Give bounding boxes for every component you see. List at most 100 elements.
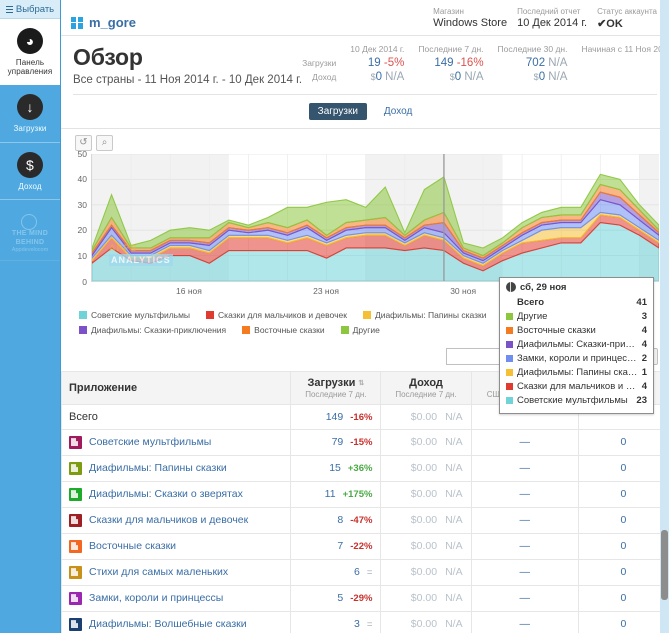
app-name-cell[interactable]: Сказки для мальчиков и девочек — [61, 506, 292, 534]
downloads-cell: 79 -15% — [290, 428, 382, 456]
app-name-cell[interactable]: Диафильмы: Папины сказки — [61, 454, 292, 482]
rating-value: — — [519, 514, 530, 527]
vertical-scrollbar[interactable] — [660, 0, 669, 633]
revenue-value: $0.00 — [410, 592, 438, 605]
app-name-cell[interactable]: Диафильмы: Сказки о зверятах — [61, 480, 292, 508]
tooltip-row-4: Замки, короли и принцессы 2 — [506, 352, 647, 366]
x-tick: 30 ноя — [450, 285, 477, 296]
app-name-label: Диафильмы: Волшебные сказки — [89, 618, 247, 631]
revenue-na: N/A — [445, 488, 463, 501]
column-header-title: Загрузки ⇅ — [307, 376, 365, 389]
revenue-cell: $0.00 N/A — [380, 558, 472, 586]
legend-item-1[interactable]: Советские мультфильмы — [79, 310, 190, 320]
sidebar-watermark: THE MIND BEHIND Appdevelocom — [0, 208, 60, 262]
rating-cell: — — [470, 558, 579, 586]
kpi-cell-1-3: 702 N/A — [525, 57, 568, 70]
kpi-cell-1-2: 149 -16% — [434, 57, 484, 70]
app-icon — [69, 487, 82, 501]
kpi-row-label: Доход — [312, 72, 337, 83]
downloads-value: 3 — [354, 618, 360, 631]
app-cell: Сказки для мальчиков и девочек — [69, 513, 283, 527]
column-header-2[interactable]: Загрузки ⇅ Последние 7 дн. — [290, 370, 382, 405]
legend-color-swatch — [362, 310, 371, 319]
tab-1[interactable]: Загрузки — [308, 102, 367, 120]
legend-label: Советские мультфильмы — [91, 309, 191, 320]
tab-2[interactable]: Доход — [375, 103, 421, 120]
legend-item-6[interactable]: Восточные сказки — [242, 325, 325, 335]
chart-toolbar: ↺ ⌕ — [67, 134, 659, 154]
downloads-cell: 5 -29% — [290, 584, 382, 612]
tooltip-series-value: 2 — [641, 353, 647, 365]
tooltip-series-name: Восточные сказки — [517, 325, 596, 337]
column-header-1[interactable]: Приложение — [61, 370, 292, 405]
app-name-cell[interactable]: Диафильмы: Волшебные сказки — [61, 610, 292, 633]
legend-item-2[interactable]: Сказки для мальчиков и девочек — [206, 310, 347, 320]
legend-label: Диафильмы: Папины сказки — [374, 309, 487, 320]
app-name-cell[interactable]: Стихи для самых маленьких — [61, 558, 292, 586]
store-meta-item-1: Магазин Windows Store — [433, 6, 507, 30]
revenue-cell: $0.00 N/A — [380, 480, 472, 508]
page-title: Обзор — [73, 44, 143, 71]
app-icon — [69, 539, 82, 553]
column-header-3[interactable]: Доход Последние 7 дн. — [380, 370, 472, 405]
app-name-cell[interactable]: Замки, короли и принцессы — [61, 584, 292, 612]
chart-tooltip: сб, 29 ноя Всего 41 Другие 3 Восточные ска… — [499, 276, 654, 414]
scrollbar-thumb[interactable] — [661, 530, 668, 600]
app-cell: Диафильмы: Волшебные сказки — [69, 617, 283, 631]
app-icon — [69, 565, 82, 579]
tooltip-series-value: 1 — [641, 367, 647, 379]
app-name-cell[interactable]: Восточные сказки — [61, 532, 292, 560]
reviews-value: 0 — [620, 462, 627, 475]
tooltip-series-list: Другие 3 Восточные сказки 4 Диафильмы: Сказк… — [506, 310, 647, 408]
x-tick: 23 ноя — [313, 285, 339, 296]
kpi-cell-2-2: $0 N/A — [449, 71, 484, 84]
series-color-swatch — [506, 355, 513, 363]
app-name-cell[interactable]: Всего — [61, 403, 292, 430]
tooltip-series-value: 3 — [641, 311, 647, 323]
kpi-cell-2-4: $0 — [567, 70, 669, 84]
kpi-cell-1-1: 19 -5% — [367, 57, 405, 70]
rating-value: — — [519, 540, 530, 553]
sidebar: Выбрать ◕ Панель управления ↓ Загрузки $ Дохо… — [0, 0, 60, 633]
rating-cell: — — [470, 428, 579, 456]
reviews-cell: 0 — [577, 480, 669, 508]
tooltip-row-3: Диафильмы: Сказки-приклю... 4 — [506, 338, 647, 352]
app-icon — [69, 617, 82, 631]
sidebar-item-label: Доход — [18, 181, 42, 191]
revenue-cell: $0.00 N/A — [380, 403, 472, 430]
downloads-cell: 11 +175% — [290, 480, 382, 508]
legend-item-5[interactable]: Диафильмы: Сказки-приключения — [79, 325, 226, 335]
plot-canvas[interactable] — [91, 153, 659, 282]
app-cell: Советские мультфильмы — [69, 435, 283, 449]
legend-color-swatch — [340, 325, 349, 334]
magnifier-icon[interactable]: ⌕ — [96, 134, 113, 151]
legend-color-swatch — [79, 310, 87, 319]
tooltip-total-value: 41 — [636, 297, 647, 309]
downloads-value: 5 — [337, 592, 344, 605]
kpi-row-2: Доход$0 N/A$0 N/A$0 N/A$0 — [302, 70, 669, 84]
content-scroll-region[interactable]: m_gore Магазин Windows Store Последний отч… — [61, 0, 669, 633]
legend-item-7[interactable]: Другие — [340, 325, 380, 335]
y-tick: 40 — [77, 174, 87, 185]
legend-color-swatch — [79, 325, 87, 334]
tooltip-header: сб, 29 ноя — [506, 282, 647, 296]
currency-symbol: $ — [370, 72, 376, 83]
rating-cell: — — [470, 454, 579, 482]
rating-value: — — [519, 462, 530, 475]
legend-item-3[interactable]: Диафильмы: Папины сказки — [362, 309, 487, 320]
app-identity[interactable]: m_gore — [71, 15, 136, 30]
table-row: Диафильмы: Волшебные сказки 3 = $0.00 N/A —0 — [61, 610, 669, 633]
app-name-cell[interactable]: Советские мультфильмы — [61, 428, 292, 456]
kpi-cell-2-3: $0 N/A — [533, 71, 568, 84]
sidebar-item-1[interactable]: ◕ Панель управления — [0, 19, 60, 86]
store-meta: Магазин Windows Store Последний отчет 10 Де… — [433, 6, 657, 30]
tooltip-series-name: Диафильмы: Сказки-приклю... — [517, 339, 638, 351]
legend-label: Сказки для мальчиков и девочек — [218, 309, 347, 320]
sidebar-item-3[interactable]: $ Доход — [0, 143, 60, 200]
tooltip-series-name: Другие — [517, 311, 548, 323]
revenue-cell: $0.00 N/A — [380, 532, 472, 560]
kpi-delta: N/A — [545, 57, 568, 70]
sidebar-item-2[interactable]: ↓ Загрузки — [0, 85, 60, 143]
select-button[interactable]: Выбрать — [0, 0, 60, 19]
rating-value: — — [519, 488, 530, 501]
